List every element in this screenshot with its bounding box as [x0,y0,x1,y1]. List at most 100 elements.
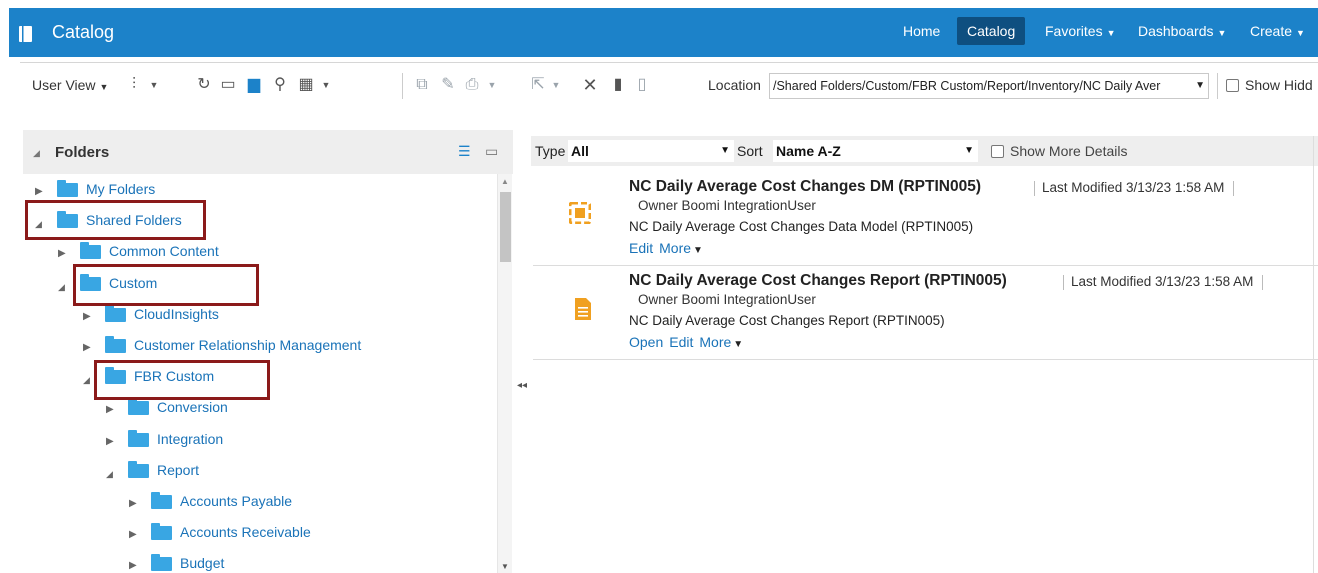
collapse-triangle-icon[interactable]: ◢ [58,282,65,293]
checkbox-icon[interactable] [1226,79,1239,92]
pane-border [1313,136,1314,573]
edit-icon[interactable]: ✎ [438,75,458,95]
tree-item[interactable]: ▶ Integration [23,429,493,454]
copy-doc-icon[interactable]: ▮ [608,75,628,95]
tree-item[interactable]: ▶ Budget [23,554,493,573]
tree-item-label[interactable]: Budget [180,555,224,571]
expand-triangle-icon[interactable]: ▶ [106,436,114,447]
data-model-icon[interactable] [569,202,591,224]
new-folder-icon[interactable]: ▭ [218,75,238,95]
app-header: Catalog Home Catalog Favorites ▼ Dashboar… [9,8,1318,57]
tree-item[interactable]: ▶ Common Content [23,242,493,266]
tree-item-label[interactable]: Accounts Receivable [180,524,311,540]
tree-item-label[interactable]: Accounts Payable [180,493,292,509]
user-view-dropdown[interactable]: User View ▼ [32,77,108,93]
tree-item-label[interactable]: Customer Relationship Management [134,337,361,353]
scroll-up-icon[interactable]: ▲ [501,177,509,186]
folder-icon [128,460,149,478]
tree-item[interactable]: ▶ CloudInsights [23,304,493,329]
share-icon[interactable]: ⇱ [528,75,548,95]
tree-item-label[interactable]: Conversion [157,399,228,415]
toolbar-divider [1217,73,1218,99]
tree-item-label[interactable]: My Folders [86,181,155,197]
table-view-icon[interactable]: ▦ [296,75,316,95]
new-folder-icon[interactable]: ▭ [485,143,498,160]
nav-catalog[interactable]: Catalog [957,17,1026,45]
expand-triangle-icon[interactable]: ▶ [129,560,137,571]
scroll-down-icon[interactable]: ▼ [501,562,509,571]
chevron-down-icon[interactable]: ▼ [316,75,336,95]
expand-triangle-icon[interactable]: ▶ [83,342,91,353]
copy-icon[interactable]: ⧉ [412,75,432,95]
catalog-item: NC Daily Average Cost Changes DM (RPTIN0… [533,172,1318,266]
expand-all-icon[interactable]: ☰ [458,143,471,160]
highlight-fbr-custom [94,360,270,400]
highlight-shared-folders [25,200,206,240]
item-modified: Last Modified 3/13/23 1:58 AM [1033,180,1235,196]
show-hidden-label: Show Hidd [1245,77,1313,93]
nav-create[interactable]: Create ▼ [1250,23,1305,39]
item-title[interactable]: NC Daily Average Cost Changes Report (RP… [629,272,1007,290]
tree-item-label[interactable]: CloudInsights [134,306,219,322]
nav-dashboards[interactable]: Dashboards ▼ [1138,23,1226,39]
nav-favorites[interactable]: Favorites ▼ [1045,23,1116,39]
edit-link[interactable]: Edit [669,334,693,350]
paste-icon[interactable]: ▯ [632,75,652,95]
folders-header: ◢ Folders ☰ ▭ [23,130,513,174]
catalog-item: NC Daily Average Cost Changes Report (RP… [533,266,1318,360]
item-description: NC Daily Average Cost Changes Report (RP… [629,313,945,328]
print-icon[interactable]: ⎙ [462,75,482,95]
more-menu[interactable]: More ▼ [659,240,703,256]
folder-icon [80,242,101,260]
more-menu[interactable]: More ▼ [699,334,743,350]
edit-link[interactable]: Edit [629,240,653,256]
chevron-down-icon[interactable]: ▼ [1193,74,1205,98]
refresh-icon[interactable]: ↻ [194,75,214,95]
tree-item-label[interactable]: Common Content [109,243,219,259]
expand-triangle-icon[interactable]: ▶ [83,311,91,322]
item-owner: Owner Boomi IntegrationUser [638,198,816,213]
tree-item-label[interactable]: Integration [157,431,223,447]
collapse-pane-icon[interactable]: ◂◂ [517,380,527,391]
tree-item[interactable]: ◢ Report [23,460,493,485]
chevron-down-icon[interactable]: ▼ [482,75,502,95]
search-icon[interactable]: ⚲ [270,75,290,95]
chevron-down-icon[interactable]: ▼ [144,75,164,95]
app-title: Catalog [52,22,115,42]
collapse-triangle-icon[interactable]: ◢ [83,375,90,386]
tree-view-icon[interactable]: ⫶ [124,75,144,95]
expand-triangle-icon[interactable]: ▶ [58,248,66,259]
sort-select[interactable]: Name A-Z ▼ [773,140,978,162]
nav-home[interactable]: Home [903,23,940,39]
collapse-triangle-icon[interactable]: ◢ [106,469,113,480]
scrollbar-thumb[interactable] [500,192,511,262]
show-hidden-checkbox[interactable]: Show Hidd [1226,77,1313,93]
folders-scrollbar[interactable]: ▲ ▼ [497,174,512,573]
checkbox-icon[interactable] [991,145,1004,158]
show-more-details-checkbox[interactable]: Show More Details [991,143,1128,159]
tree-item[interactable]: ▶ Conversion [23,398,493,422]
tree-item[interactable]: ▶ Customer Relationship Management [23,336,493,360]
expand-triangle-icon[interactable]: ▶ [35,186,43,197]
type-select[interactable]: All ▼ [568,140,734,162]
report-icon[interactable] [575,298,591,320]
location-field[interactable]: /Shared Folders/Custom/FBR Custom/Report… [769,73,1209,99]
tree-item-label[interactable]: Report [157,462,199,478]
open-link[interactable]: Open [629,334,663,350]
tree-item[interactable]: ▶ Accounts Payable [23,492,493,516]
chevron-down-icon: ▼ [693,245,703,256]
item-title[interactable]: NC Daily Average Cost Changes DM (RPTIN0… [629,178,981,196]
expand-triangle-icon[interactable]: ▶ [129,529,137,540]
collapse-triangle-icon[interactable]: ◢ [33,148,40,159]
upload-icon[interactable]: ▆ [244,75,264,95]
expand-triangle-icon[interactable]: ▶ [106,404,114,415]
catalog-book-icon [19,26,32,42]
chevron-down-icon[interactable]: ▼ [546,75,566,95]
delete-icon[interactable]: ✕ [580,75,600,95]
sort-value: Name A-Z [776,143,841,159]
tree-item[interactable]: ▶ Accounts Receivable [23,523,493,547]
toolbar-divider [402,73,403,99]
location-value: /Shared Folders/Custom/FBR Custom/Report… [773,79,1161,93]
folder-icon [151,554,172,572]
expand-triangle-icon[interactable]: ▶ [129,498,137,509]
